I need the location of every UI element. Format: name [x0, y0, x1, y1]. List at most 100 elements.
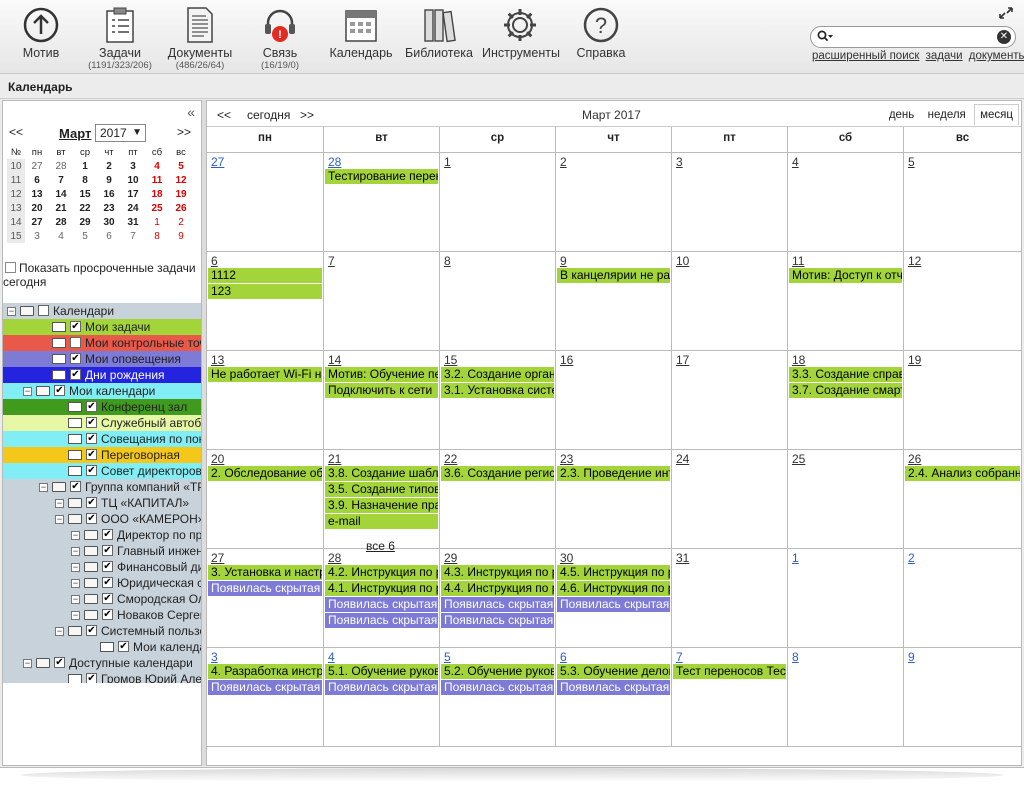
calendar-event[interactable]: 3.1. Установка системы [441, 383, 554, 398]
tree-checkbox[interactable]: ✔ [86, 673, 97, 683]
mini-week-number[interactable]: 12 [7, 187, 25, 201]
day-cell[interactable]: 27 [207, 153, 323, 252]
tree-checkbox[interactable]: ✔ [70, 353, 81, 364]
calendar-event[interactable]: Появилась скрытая задача [441, 680, 554, 695]
day-number[interactable]: 2 [560, 155, 567, 169]
day-cell[interactable]: 1 [439, 153, 555, 252]
day-number[interactable]: 2 [908, 551, 915, 565]
day-cell[interactable]: 14Мотив: Обучение персоналаПодключить к … [323, 351, 439, 450]
day-number[interactable]: 19 [908, 353, 921, 367]
day-number[interactable]: 26 [908, 452, 921, 466]
mini-day[interactable]: 5 [169, 159, 193, 173]
day-cell[interactable]: 2 [555, 153, 671, 252]
tree-toggle-icon[interactable]: − [71, 547, 80, 556]
mini-day[interactable]: 22 [73, 201, 97, 215]
mini-day[interactable]: 20 [25, 201, 49, 215]
mini-day[interactable]: 26 [169, 201, 193, 215]
mini-day[interactable]: 24 [121, 201, 145, 215]
calendar-event[interactable]: Тест переносов Тест [673, 664, 786, 679]
mini-day[interactable]: 15 [73, 187, 97, 201]
mini-day[interactable]: 17 [121, 187, 145, 201]
day-number[interactable]: 1 [792, 551, 799, 565]
mini-week-number[interactable]: 14 [7, 215, 25, 229]
calendar-event[interactable]: 4. Разработка инструкций [208, 664, 322, 679]
day-number[interactable]: 13 [211, 353, 224, 367]
view-day-tab[interactable]: день [884, 105, 919, 125]
day-number[interactable]: 27 [211, 155, 224, 169]
tree-toggle-icon[interactable]: − [55, 499, 64, 508]
mini-day[interactable]: 21 [49, 201, 73, 215]
calendar-event[interactable]: Появилась скрытая задача [557, 680, 670, 695]
calendar-event[interactable]: Тестирование переносов [325, 169, 438, 184]
mini-week-number[interactable]: 15 [7, 229, 25, 243]
day-cell[interactable]: 284.2. Инструкция по работе4.1. Инструкц… [323, 539, 439, 648]
mini-year-select[interactable]: 2017 ▼ [95, 124, 146, 142]
toolbar-motiv[interactable]: Мотив [18, 6, 64, 60]
tree-checkbox[interactable]: ✔ [86, 449, 97, 460]
mini-day[interactable]: 5 [73, 229, 97, 243]
overdue-option[interactable]: Показать просроченные задачи сегодня [3, 261, 201, 289]
mini-day[interactable]: 6 [25, 173, 49, 187]
calendar-event[interactable]: 3.9. Назначение прав [325, 498, 438, 513]
mini-day[interactable]: 11 [145, 173, 169, 187]
mini-week-number[interactable]: 11 [7, 173, 25, 187]
mini-week-number[interactable]: 10 [7, 159, 25, 173]
calendar-event[interactable]: Появилась скрытая задача [208, 680, 322, 695]
calendar-event[interactable]: Подключить к сети [325, 383, 438, 398]
day-number[interactable]: 21 [328, 452, 341, 466]
calendar-event[interactable]: 3.8. Создание шаблонов [325, 466, 438, 481]
mini-month[interactable]: Март [59, 126, 91, 141]
search-documents-link[interactable]: документы [969, 50, 1024, 62]
mini-day[interactable]: 4 [49, 229, 73, 243]
tree-checkbox[interactable]: ✔ [102, 593, 113, 604]
tree-checkbox[interactable]: ✔ [86, 417, 97, 428]
calendar-event[interactable]: В канцелярии не работает [557, 268, 670, 283]
toolbar-tools[interactable]: Инструменты [482, 6, 560, 60]
day-cell[interactable]: 34. Разработка инструкцийПоявилась скрыт… [207, 648, 323, 747]
day-cell[interactable]: 31 [671, 549, 787, 648]
mini-day[interactable]: 28 [49, 215, 73, 229]
clear-search-icon[interactable]: ✕ [997, 30, 1011, 44]
day-number[interactable]: 3 [676, 155, 683, 169]
tree-toggle-icon[interactable]: − [39, 483, 48, 492]
collapse-panel-icon[interactable]: « [187, 104, 195, 120]
day-number[interactable]: 15 [444, 353, 457, 367]
day-cell[interactable]: 55.2. Обучение руководителейПоявилась ск… [439, 648, 555, 747]
calendar-event[interactable]: 4.4. Инструкция по работе [441, 581, 554, 596]
day-number[interactable]: 27 [211, 551, 224, 565]
calendar-event[interactable]: 5.3. Обучение делопроизводителей [557, 664, 670, 679]
toolbar-documents[interactable]: Документы (486/26/64) [166, 6, 234, 71]
day-number[interactable]: 5 [444, 650, 451, 664]
day-number[interactable]: 18 [792, 353, 805, 367]
tree-checkbox[interactable]: ✔ [86, 497, 97, 508]
day-cell[interactable]: 294.3. Инструкция по работе4.4. Инструкц… [439, 549, 555, 648]
day-number[interactable]: 28 [328, 155, 341, 169]
day-cell[interactable]: 45.1. Обучение руководителейПоявилась ск… [323, 648, 439, 747]
view-month-tab[interactable]: месяц [974, 104, 1019, 125]
day-cell[interactable]: 5 [903, 153, 1021, 252]
day-number[interactable]: 28 [328, 551, 341, 565]
mini-day[interactable]: 29 [73, 215, 97, 229]
day-number[interactable]: 30 [560, 551, 573, 565]
expand-icon[interactable] [998, 6, 1014, 20]
day-number[interactable]: 10 [676, 254, 689, 268]
tree-checkbox[interactable]: ✔ [86, 465, 97, 476]
mini-day[interactable]: 6 [97, 229, 121, 243]
toolbar-calendar[interactable]: Календарь [328, 6, 394, 60]
tree-node[interactable]: − ✔ ТЦ «КАПИТАЛ» [3, 495, 201, 511]
mini-week-number[interactable]: 13 [7, 201, 25, 215]
tree-checkbox[interactable]: ✔ [102, 577, 113, 588]
mini-day[interactable]: 12 [169, 173, 193, 187]
day-number[interactable]: 25 [792, 452, 805, 466]
day-cell[interactable]: 304.5. Инструкция по работе4.6. Инструкц… [555, 549, 671, 648]
view-week-tab[interactable]: неделя [923, 105, 971, 125]
mini-day[interactable]: 23 [97, 201, 121, 215]
tree-toggle-icon[interactable]: − [55, 515, 64, 524]
mini-day[interactable]: 9 [97, 173, 121, 187]
day-number[interactable]: 11 [792, 254, 804, 268]
day-number[interactable]: 16 [560, 353, 573, 367]
day-number[interactable]: 17 [676, 353, 689, 367]
tree-node[interactable]: − ✔ Новаков Сергей Владимирович [3, 607, 201, 623]
calendar-event[interactable]: 123 [208, 284, 322, 299]
search-tasks-link[interactable]: задачи [926, 50, 963, 62]
